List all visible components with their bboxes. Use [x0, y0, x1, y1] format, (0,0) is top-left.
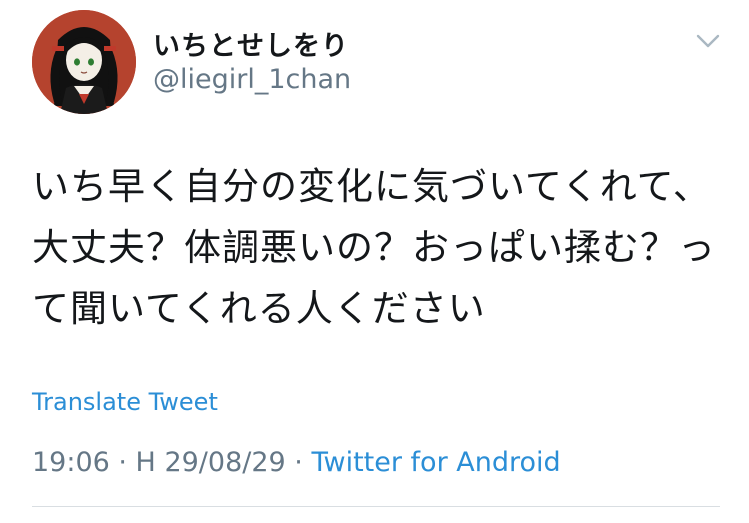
tweet-text: いち早く自分の変化に気づいてくれて、大丈夫？体調悪いの？おっぱい揉む？って聞いて…: [32, 165, 716, 330]
tweet-meta: 19:06 · H 29/08/29 · Twitter for Android: [32, 447, 561, 478]
meta-separator: ·: [285, 447, 312, 478]
divider: [32, 506, 720, 507]
tweet-timestamp[interactable]: 19:06 · H 29/08/29: [32, 447, 286, 478]
author-handle[interactable]: @liegirl_1chan: [153, 64, 351, 95]
avatar[interactable]: [32, 10, 136, 114]
tweet-source-link[interactable]: Twitter for Android: [311, 447, 560, 478]
translate-tweet-link[interactable]: Translate Tweet: [32, 388, 218, 416]
chevron-down-icon[interactable]: [694, 30, 722, 52]
author-display-name[interactable]: いちとせしをり: [153, 24, 349, 63]
avatar-illustration: [32, 10, 136, 114]
